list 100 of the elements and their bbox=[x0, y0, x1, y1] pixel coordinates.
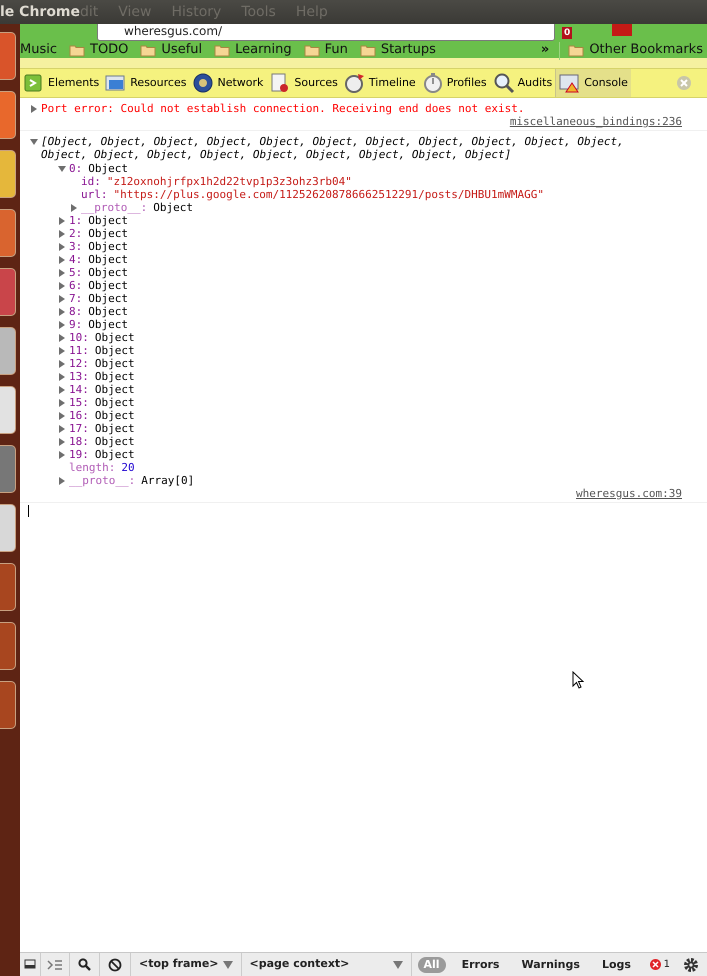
property-key: 15: bbox=[69, 396, 89, 409]
property-key: 11: bbox=[69, 344, 89, 357]
property-value: Object bbox=[88, 227, 128, 240]
address-field[interactable]: wheresgus.com/ bbox=[97, 24, 555, 41]
property-key: 18: bbox=[69, 435, 89, 448]
property-key: 19: bbox=[69, 448, 89, 461]
collapsed-triangle-icon[interactable] bbox=[58, 242, 66, 250]
property-key: 13: bbox=[69, 370, 89, 383]
frame-dropdown[interactable]: <top frame> bbox=[131, 953, 242, 976]
app-icon[interactable] bbox=[0, 622, 16, 670]
magnifier-icon bbox=[492, 72, 515, 94]
collapsed-triangle-icon[interactable] bbox=[58, 450, 66, 458]
bookmark-folder[interactable]: Music bbox=[20, 40, 57, 60]
stopwatch-icon bbox=[422, 72, 444, 94]
property-key: 0: bbox=[69, 162, 82, 175]
bookmark-folder[interactable]: TODO bbox=[69, 40, 128, 60]
collapsed-triangle-icon[interactable] bbox=[58, 412, 66, 420]
expanded-triangle-icon[interactable] bbox=[30, 138, 38, 146]
property-key: __proto__: bbox=[81, 201, 148, 214]
error-count: 1 bbox=[664, 958, 670, 972]
settings-icon[interactable] bbox=[683, 956, 699, 972]
collapsed-triangle-icon[interactable] bbox=[58, 216, 66, 224]
extension-badge[interactable]: 0 bbox=[562, 27, 572, 39]
property-value: Object bbox=[94, 383, 135, 396]
collapsed-triangle-icon[interactable] bbox=[58, 372, 66, 380]
collapsed-triangle-icon[interactable] bbox=[58, 268, 66, 276]
property-value: Object bbox=[153, 201, 193, 214]
collapsed-triangle-icon[interactable] bbox=[58, 334, 66, 342]
context-dropdown[interactable]: <page context> bbox=[242, 953, 412, 976]
property-value: "https://plus.google.com/112526208786662512291/posts/DHBU1mWMAGG" bbox=[114, 188, 544, 201]
panel-tab[interactable]: Audits bbox=[490, 69, 556, 97]
collapsed-triangle-icon[interactable] bbox=[70, 204, 78, 212]
collapsed-triangle-icon[interactable] bbox=[58, 346, 66, 354]
dock-icon[interactable] bbox=[24, 958, 36, 970]
property-key: 8: bbox=[69, 305, 82, 318]
panel-tab[interactable]: Resources bbox=[102, 69, 190, 97]
filter-button[interactable]: Errors bbox=[456, 956, 506, 972]
filter-button[interactable]: Warnings bbox=[515, 956, 586, 972]
property-value: Object bbox=[88, 292, 128, 305]
url-text: wheresgus.com/ bbox=[124, 24, 222, 38]
search-icon[interactable] bbox=[78, 958, 91, 971]
bookmark-folder[interactable]: Learning bbox=[214, 40, 292, 60]
prompt-caret bbox=[28, 505, 29, 517]
clear-icon[interactable] bbox=[108, 958, 122, 972]
property-value: Object bbox=[94, 422, 135, 435]
collapsed-triangle-icon[interactable] bbox=[58, 308, 66, 316]
overflow-chevron[interactable]: » bbox=[540, 40, 550, 60]
window-title: le Chrome bbox=[0, 2, 80, 22]
collapsed-triangle-icon[interactable] bbox=[58, 360, 66, 368]
property-value: Object bbox=[88, 253, 128, 266]
log-message: [Object, Object, Object, Object, Object, Object, Object, Object, Object, Object, Object, Object, Object, Object, Object, Object, Object, Object, Object, Object] bbox=[41, 135, 625, 161]
bookmark-folder[interactable]: Useful bbox=[140, 40, 202, 60]
filter-button[interactable]: Logs bbox=[596, 956, 637, 972]
collapsed-triangle-icon[interactable] bbox=[30, 104, 38, 112]
terminal-icon bbox=[559, 72, 582, 94]
collapsed-triangle-icon[interactable] bbox=[58, 294, 66, 302]
property-key: 6: bbox=[69, 279, 82, 292]
property-key: url: bbox=[81, 188, 108, 201]
bookmark-folder[interactable]: Fun bbox=[304, 40, 348, 60]
panel-tab[interactable]: Profiles bbox=[418, 69, 490, 97]
panel-tab[interactable]: Timeline bbox=[340, 69, 419, 97]
collapsed-triangle-icon[interactable] bbox=[58, 282, 66, 290]
property-value: Object bbox=[88, 266, 128, 279]
collapsed-triangle-icon[interactable] bbox=[58, 476, 66, 484]
panel-tab[interactable]: Network bbox=[189, 69, 266, 97]
source-link[interactable]: miscellaneous_bindings:236 bbox=[510, 115, 682, 128]
collapsed-triangle-icon[interactable] bbox=[58, 386, 66, 394]
property-value: Object bbox=[94, 448, 135, 461]
app-icon[interactable] bbox=[0, 563, 16, 611]
collapsed-triangle-icon[interactable] bbox=[58, 230, 66, 238]
panel-tab[interactable]: Elements bbox=[20, 69, 102, 97]
property-key: 4: bbox=[69, 253, 82, 266]
collapsed-triangle-icon[interactable] bbox=[58, 424, 66, 432]
property-value: Object bbox=[88, 318, 128, 331]
property-value: Object bbox=[94, 396, 135, 409]
property-value: Object bbox=[94, 409, 135, 422]
collapsed-triangle-icon[interactable] bbox=[58, 320, 66, 328]
source-link[interactable]: wheresgus.com:39 bbox=[576, 487, 682, 500]
property-value: 20 bbox=[121, 461, 135, 474]
property-value: Object bbox=[88, 240, 128, 253]
property-key: 2: bbox=[69, 227, 82, 240]
property-key: 9: bbox=[69, 318, 82, 331]
property-key: 14: bbox=[69, 383, 89, 396]
console-drawer-icon[interactable] bbox=[47, 958, 63, 970]
property-value: Object bbox=[94, 344, 135, 357]
collapsed-triangle-icon[interactable] bbox=[58, 438, 66, 446]
panel-tab[interactable]: Sources bbox=[266, 69, 341, 97]
bookmark-folder[interactable]: Other Bookmarks bbox=[559, 40, 703, 60]
collapsed-triangle-icon[interactable] bbox=[58, 398, 66, 406]
property-value: Object bbox=[88, 279, 128, 292]
property-value: Object bbox=[88, 305, 128, 318]
app-icon[interactable] bbox=[0, 681, 16, 729]
property-value: Object bbox=[88, 162, 128, 175]
collapsed-triangle-icon[interactable] bbox=[58, 256, 66, 264]
caret-icon bbox=[392, 960, 403, 968]
expanded-triangle-icon[interactable] bbox=[58, 164, 66, 172]
property-value: Object bbox=[94, 357, 135, 370]
panel-tab[interactable]: Console bbox=[555, 69, 631, 97]
property-value: Object bbox=[94, 435, 135, 448]
bookmark-folder[interactable]: Startups bbox=[360, 40, 436, 60]
